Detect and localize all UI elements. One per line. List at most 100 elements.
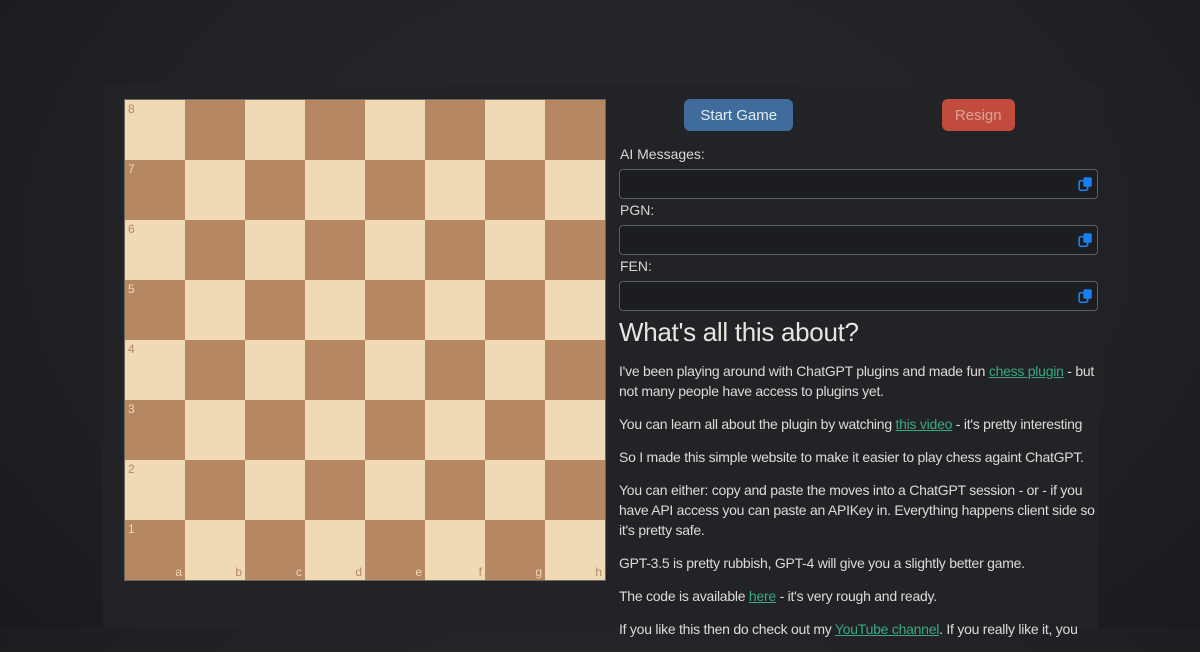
- control-panel: Start Game Resign AI Messages: PGN: FEN: W…: [619, 99, 1098, 652]
- about-paragraphs: I've been playing around with ChatGPT pl…: [619, 361, 1098, 639]
- board-square-e4[interactable]: [365, 340, 425, 400]
- board-square-b4[interactable]: [185, 340, 245, 400]
- file-label-b: b: [235, 565, 242, 579]
- rank-label-6: 6: [128, 222, 135, 236]
- this-video-link[interactable]: this video: [896, 416, 953, 432]
- button-row: Start Game Resign: [619, 99, 1098, 131]
- board-square-c7[interactable]: [245, 160, 305, 220]
- board-square-h8[interactable]: [545, 100, 605, 160]
- board-square-a7[interactable]: 7: [125, 160, 185, 220]
- board-square-a1[interactable]: 1a: [125, 520, 185, 580]
- board-square-e7[interactable]: [365, 160, 425, 220]
- board-square-c6[interactable]: [245, 220, 305, 280]
- board-square-b3[interactable]: [185, 400, 245, 460]
- board-square-h5[interactable]: [545, 280, 605, 340]
- board-square-a5[interactable]: 5: [125, 280, 185, 340]
- board-square-c8[interactable]: [245, 100, 305, 160]
- file-label-g: g: [535, 565, 542, 579]
- board-square-g6[interactable]: [485, 220, 545, 280]
- resign-button[interactable]: Resign: [941, 99, 1015, 131]
- chess-board[interactable]: 8 7 6 5 4 3 21a b cdef g h: [124, 99, 606, 581]
- board-square-b7[interactable]: [185, 160, 245, 220]
- file-label-h: h: [595, 565, 602, 579]
- chess-plugin-link[interactable]: chess plugin: [989, 363, 1064, 379]
- start-button-slot: Start Game: [619, 99, 859, 131]
- board-square-f8[interactable]: [425, 100, 485, 160]
- board-square-b2[interactable]: [185, 460, 245, 520]
- fen-input[interactable]: [619, 281, 1098, 311]
- board-square-e8[interactable]: [365, 100, 425, 160]
- board-square-g2[interactable]: [485, 460, 545, 520]
- board-square-c1[interactable]: c: [245, 520, 305, 580]
- board-square-e6[interactable]: [365, 220, 425, 280]
- board-square-d3[interactable]: [305, 400, 365, 460]
- board-square-f7[interactable]: [425, 160, 485, 220]
- board-square-g4[interactable]: [485, 340, 545, 400]
- copy-icon: [1078, 289, 1092, 304]
- board-square-h4[interactable]: [545, 340, 605, 400]
- board-square-g3[interactable]: [485, 400, 545, 460]
- board-square-b1[interactable]: b: [185, 520, 245, 580]
- board-square-a6[interactable]: 6: [125, 220, 185, 280]
- board-square-f5[interactable]: [425, 280, 485, 340]
- board-square-d8[interactable]: [305, 100, 365, 160]
- board-square-a4[interactable]: 4: [125, 340, 185, 400]
- board-square-e5[interactable]: [365, 280, 425, 340]
- fen-copy-button[interactable]: [1076, 287, 1095, 306]
- rank-label-8: 8: [128, 102, 135, 116]
- pgn-copy-button[interactable]: [1076, 231, 1095, 250]
- board-square-f4[interactable]: [425, 340, 485, 400]
- board-square-g1[interactable]: g: [485, 520, 545, 580]
- board-square-e2[interactable]: [365, 460, 425, 520]
- board-square-c3[interactable]: [245, 400, 305, 460]
- board-square-g5[interactable]: [485, 280, 545, 340]
- about-paragraph: If you like this then do check out my Yo…: [619, 621, 1078, 637]
- board-square-e3[interactable]: [365, 400, 425, 460]
- board-square-f1[interactable]: f: [425, 520, 485, 580]
- pgn-label: PGN:: [620, 202, 655, 218]
- board-square-d2[interactable]: [305, 460, 365, 520]
- about-paragraph: You can either: copy and paste the moves…: [619, 482, 1095, 538]
- rank-label-7: 7: [128, 162, 135, 176]
- rank-label-5: 5: [128, 282, 135, 296]
- board-square-b5[interactable]: [185, 280, 245, 340]
- youtube-channel-link[interactable]: YouTube channel: [835, 621, 939, 637]
- fen-input-wrap: [619, 281, 1098, 311]
- board-square-c4[interactable]: [245, 340, 305, 400]
- board-square-d4[interactable]: [305, 340, 365, 400]
- file-label-a: a: [175, 565, 182, 579]
- start-game-button[interactable]: Start Game: [684, 99, 794, 131]
- board-square-f2[interactable]: [425, 460, 485, 520]
- board-square-a3[interactable]: 3: [125, 400, 185, 460]
- board-square-h2[interactable]: [545, 460, 605, 520]
- copy-icon: [1078, 177, 1092, 192]
- here-link[interactable]: here: [749, 588, 776, 604]
- resign-button-slot: Resign: [859, 99, 1099, 131]
- board-square-f6[interactable]: [425, 220, 485, 280]
- ai-messages-input[interactable]: [619, 169, 1098, 199]
- board-square-a2[interactable]: 2: [125, 460, 185, 520]
- board-square-h3[interactable]: [545, 400, 605, 460]
- board-square-f3[interactable]: [425, 400, 485, 460]
- board-square-c2[interactable]: [245, 460, 305, 520]
- board-square-b6[interactable]: [185, 220, 245, 280]
- board-square-d6[interactable]: [305, 220, 365, 280]
- board-square-h6[interactable]: [545, 220, 605, 280]
- board-square-h1[interactable]: h: [545, 520, 605, 580]
- board-square-d1[interactable]: d: [305, 520, 365, 580]
- file-label-c: c: [296, 565, 302, 579]
- board-square-b8[interactable]: [185, 100, 245, 160]
- board-square-g7[interactable]: [485, 160, 545, 220]
- board-square-d5[interactable]: [305, 280, 365, 340]
- about-paragraph: I've been playing around with ChatGPT pl…: [619, 363, 1095, 399]
- pgn-input[interactable]: [619, 225, 1098, 255]
- board-square-h7[interactable]: [545, 160, 605, 220]
- board-square-a8[interactable]: 8: [125, 100, 185, 160]
- rank-label-3: 3: [128, 402, 135, 416]
- board-square-g8[interactable]: [485, 100, 545, 160]
- ai-messages-copy-button[interactable]: [1076, 175, 1095, 194]
- board-square-c5[interactable]: [245, 280, 305, 340]
- board-square-e1[interactable]: e: [365, 520, 425, 580]
- board-square-d7[interactable]: [305, 160, 365, 220]
- about-section: What's all this about? I've been playing…: [619, 317, 1098, 639]
